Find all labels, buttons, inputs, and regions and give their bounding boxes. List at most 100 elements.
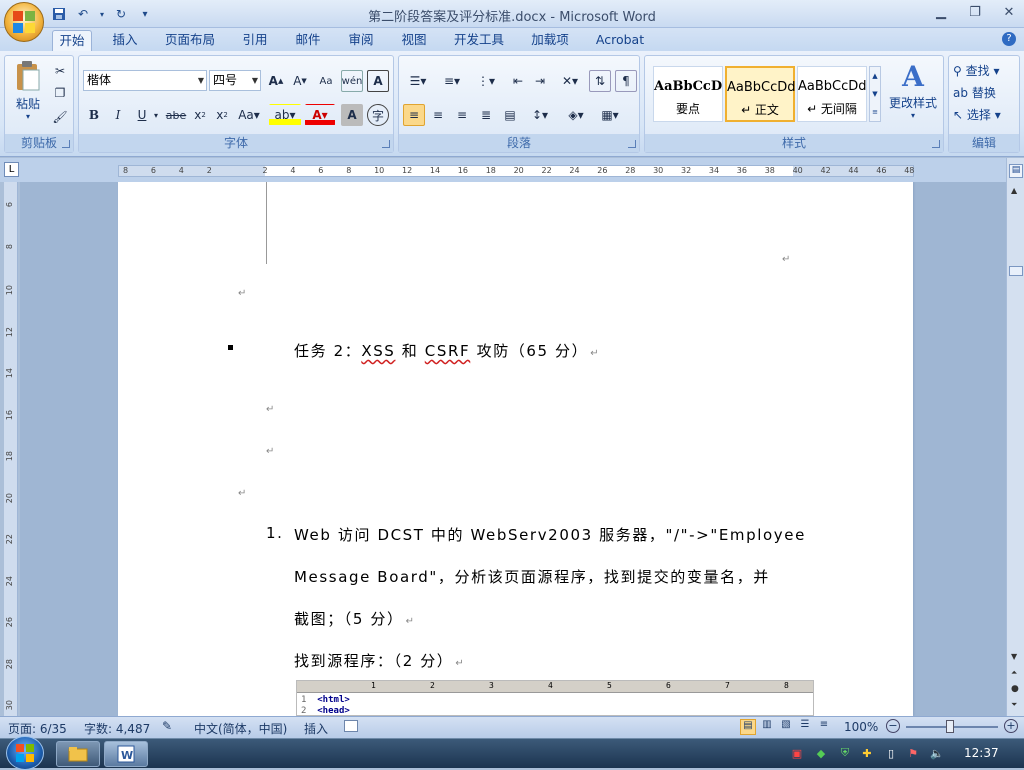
align-center-icon[interactable]: ≡ xyxy=(427,104,449,126)
shading-icon[interactable]: ◈▾ xyxy=(561,104,591,126)
restore-button[interactable]: ❐ xyxy=(966,4,984,20)
code-screenshot[interactable]: 1 2 3 4 5 6 7 8 1 <html> 2 <head> xyxy=(296,680,814,716)
word-count[interactable]: 字数: 4,487 xyxy=(84,720,150,737)
show-marks-icon[interactable]: ¶ xyxy=(615,70,637,92)
subscript-icon[interactable]: x2 xyxy=(189,104,211,126)
underline-icon[interactable]: U xyxy=(131,104,153,126)
paragraph-dialog-launcher[interactable] xyxy=(628,140,636,148)
highlight-icon[interactable]: ab▾ xyxy=(269,104,301,126)
clock[interactable]: 12:37 xyxy=(964,746,999,760)
scroll-up-icon[interactable]: ▲ xyxy=(1011,186,1017,195)
macro-record-icon[interactable] xyxy=(344,720,358,732)
zoom-out-icon[interactable]: − xyxy=(886,719,900,733)
next-page-icon[interactable]: ⏷ xyxy=(1011,700,1017,710)
full-screen-reading-icon[interactable]: ▥ xyxy=(759,719,775,735)
enclose-characters-icon[interactable]: 字 xyxy=(367,104,389,126)
office-button[interactable] xyxy=(4,2,44,42)
zoom-in-icon[interactable]: + xyxy=(1004,719,1018,733)
explorer-taskbar-button[interactable] xyxy=(56,741,100,767)
minimize-button[interactable]: ▁ xyxy=(932,4,950,20)
page-count[interactable]: 页面: 6/35 xyxy=(8,720,67,737)
tray-alert-icon[interactable]: ⚑ xyxy=(906,746,920,760)
zoom-level[interactable]: 100% xyxy=(844,720,878,734)
start-button[interactable] xyxy=(6,736,44,770)
network-warning-icon[interactable]: ▣ xyxy=(790,746,804,760)
tab-home[interactable]: 开始 xyxy=(52,30,92,52)
bold-icon[interactable]: B xyxy=(83,104,105,126)
tab-developer[interactable]: 开发工具 xyxy=(448,30,510,52)
tab-selector-icon[interactable]: L xyxy=(4,162,19,177)
decrease-indent-icon[interactable]: ⇤ xyxy=(507,70,529,92)
select-button[interactable]: ↖ 选择 ▾ xyxy=(953,106,1001,123)
increase-indent-icon[interactable]: ⇥ xyxy=(529,70,551,92)
web-layout-icon[interactable]: ▧ xyxy=(778,719,794,735)
character-shading-icon[interactable]: A xyxy=(341,104,363,126)
tab-addins[interactable]: 加载项 xyxy=(526,30,574,52)
tab-review[interactable]: 审阅 xyxy=(342,30,380,52)
font-size-combo[interactable]: 四号 ▼ xyxy=(209,70,261,91)
align-right-icon[interactable]: ≡ xyxy=(451,104,473,126)
zoom-slider-thumb[interactable] xyxy=(946,720,954,733)
styles-scroll[interactable]: ▲ ▼ ≡ xyxy=(869,66,881,122)
tray-app-icon[interactable]: ◆ xyxy=(814,746,828,760)
multilevel-list-icon[interactable]: ⋮▾ xyxy=(471,70,501,92)
shield-icon[interactable]: ⛨ xyxy=(838,746,852,760)
align-left-icon[interactable]: ≡ xyxy=(403,104,425,126)
help-icon[interactable]: ? xyxy=(1002,32,1016,46)
borders-icon[interactable]: ▦▾ xyxy=(595,104,625,126)
justify-icon[interactable]: ≣ xyxy=(475,104,497,126)
volume-icon[interactable]: 🔈 xyxy=(930,746,944,760)
print-layout-icon[interactable]: ▤ xyxy=(740,719,756,735)
character-border-icon[interactable]: A xyxy=(367,70,389,92)
clear-format-icon[interactable]: Aa xyxy=(315,70,337,92)
tab-mailings[interactable]: 邮件 xyxy=(289,30,327,52)
tray-update-icon[interactable]: ✚ xyxy=(860,746,874,760)
copy-icon[interactable]: ❐ xyxy=(49,82,71,104)
change-styles-button[interactable]: A 更改样式 ▾ xyxy=(885,60,941,120)
grow-font-icon[interactable]: A ▲ xyxy=(265,70,287,92)
close-button[interactable]: ✕ xyxy=(1000,4,1018,20)
sort-icon[interactable]: ⇅ xyxy=(589,70,611,92)
device-icon[interactable]: ▯ xyxy=(884,746,898,760)
font-dialog-launcher[interactable] xyxy=(382,140,390,148)
insert-mode[interactable]: 插入 xyxy=(304,720,328,737)
underline-dropdown-icon[interactable]: ▾ xyxy=(151,104,161,126)
style-normal[interactable]: AaBbCcDd ↵ 正文 xyxy=(725,66,796,122)
tab-page-layout[interactable]: 页面布局 xyxy=(160,30,220,52)
change-case-icon[interactable]: Aa▾ xyxy=(235,104,263,126)
superscript-icon[interactable]: x2 xyxy=(211,104,233,126)
horizontal-ruler[interactable]: 8 6 4 2 2 4 6 8 10 12 14 16 18 20 22 24 26 28 30 32 34 36 38 40… xyxy=(118,165,914,177)
shrink-font-icon[interactable]: A ▼ xyxy=(289,70,311,92)
word-taskbar-button[interactable]: W xyxy=(104,741,148,767)
outline-icon[interactable]: ☰ xyxy=(797,719,813,735)
proofing-icon[interactable]: ✎ xyxy=(162,719,172,733)
bullets-icon[interactable]: ☰▾ xyxy=(403,70,433,92)
numbering-icon[interactable]: ≡▾ xyxy=(437,70,467,92)
style-no-spacing[interactable]: AaBbCcDd ↵ 无间隔 xyxy=(797,66,867,122)
style-heading-point[interactable]: AaBbCcD 要点 xyxy=(653,66,723,122)
tab-references[interactable]: 引用 xyxy=(236,30,274,52)
previous-page-icon[interactable]: ⏶ xyxy=(1011,668,1017,678)
format-painter-icon[interactable]: 🖌 xyxy=(49,106,71,128)
paste-button[interactable]: 粘贴 ▾ xyxy=(11,60,45,121)
font-name-combo[interactable]: 楷体 ▼ xyxy=(83,70,207,91)
select-browse-object-icon[interactable]: ● xyxy=(1011,684,1019,694)
chinese-layout-icon[interactable]: ✕▾ xyxy=(555,70,585,92)
italic-icon[interactable]: I xyxy=(107,104,129,126)
tab-insert[interactable]: 插入 xyxy=(106,30,144,52)
vertical-ruler[interactable]: 6 8 10 12 14 16 18 20 22 24 26 28 30 xyxy=(4,182,18,716)
vertical-scrollbar[interactable]: ▤ ▲ ▼ ⏶ ● ⏷ xyxy=(1006,158,1024,716)
tab-view[interactable]: 视图 xyxy=(395,30,433,52)
distributed-icon[interactable]: ▤ xyxy=(499,104,521,126)
view-ruler-icon[interactable]: ▤ xyxy=(1009,164,1023,178)
styles-dialog-launcher[interactable] xyxy=(932,140,940,148)
line-spacing-icon[interactable]: ↕▾ xyxy=(525,104,555,126)
scroll-thumb[interactable] xyxy=(1009,266,1023,276)
phonetic-guide-icon[interactable]: wén xyxy=(341,70,363,92)
document-page[interactable]: ↵ ↵ 任务 2：XSS 和 CSRF 攻防（65 分） ↵ ↵ ↵ ↵ 1. W… xyxy=(118,182,913,716)
font-color-icon[interactable]: A▾ xyxy=(305,104,335,126)
draft-icon[interactable]: ≡ xyxy=(816,719,832,735)
cut-icon[interactable]: ✂ xyxy=(49,60,71,82)
replace-button[interactable]: ab 替换 xyxy=(953,84,996,101)
scroll-down-icon[interactable]: ▼ xyxy=(1011,652,1017,661)
